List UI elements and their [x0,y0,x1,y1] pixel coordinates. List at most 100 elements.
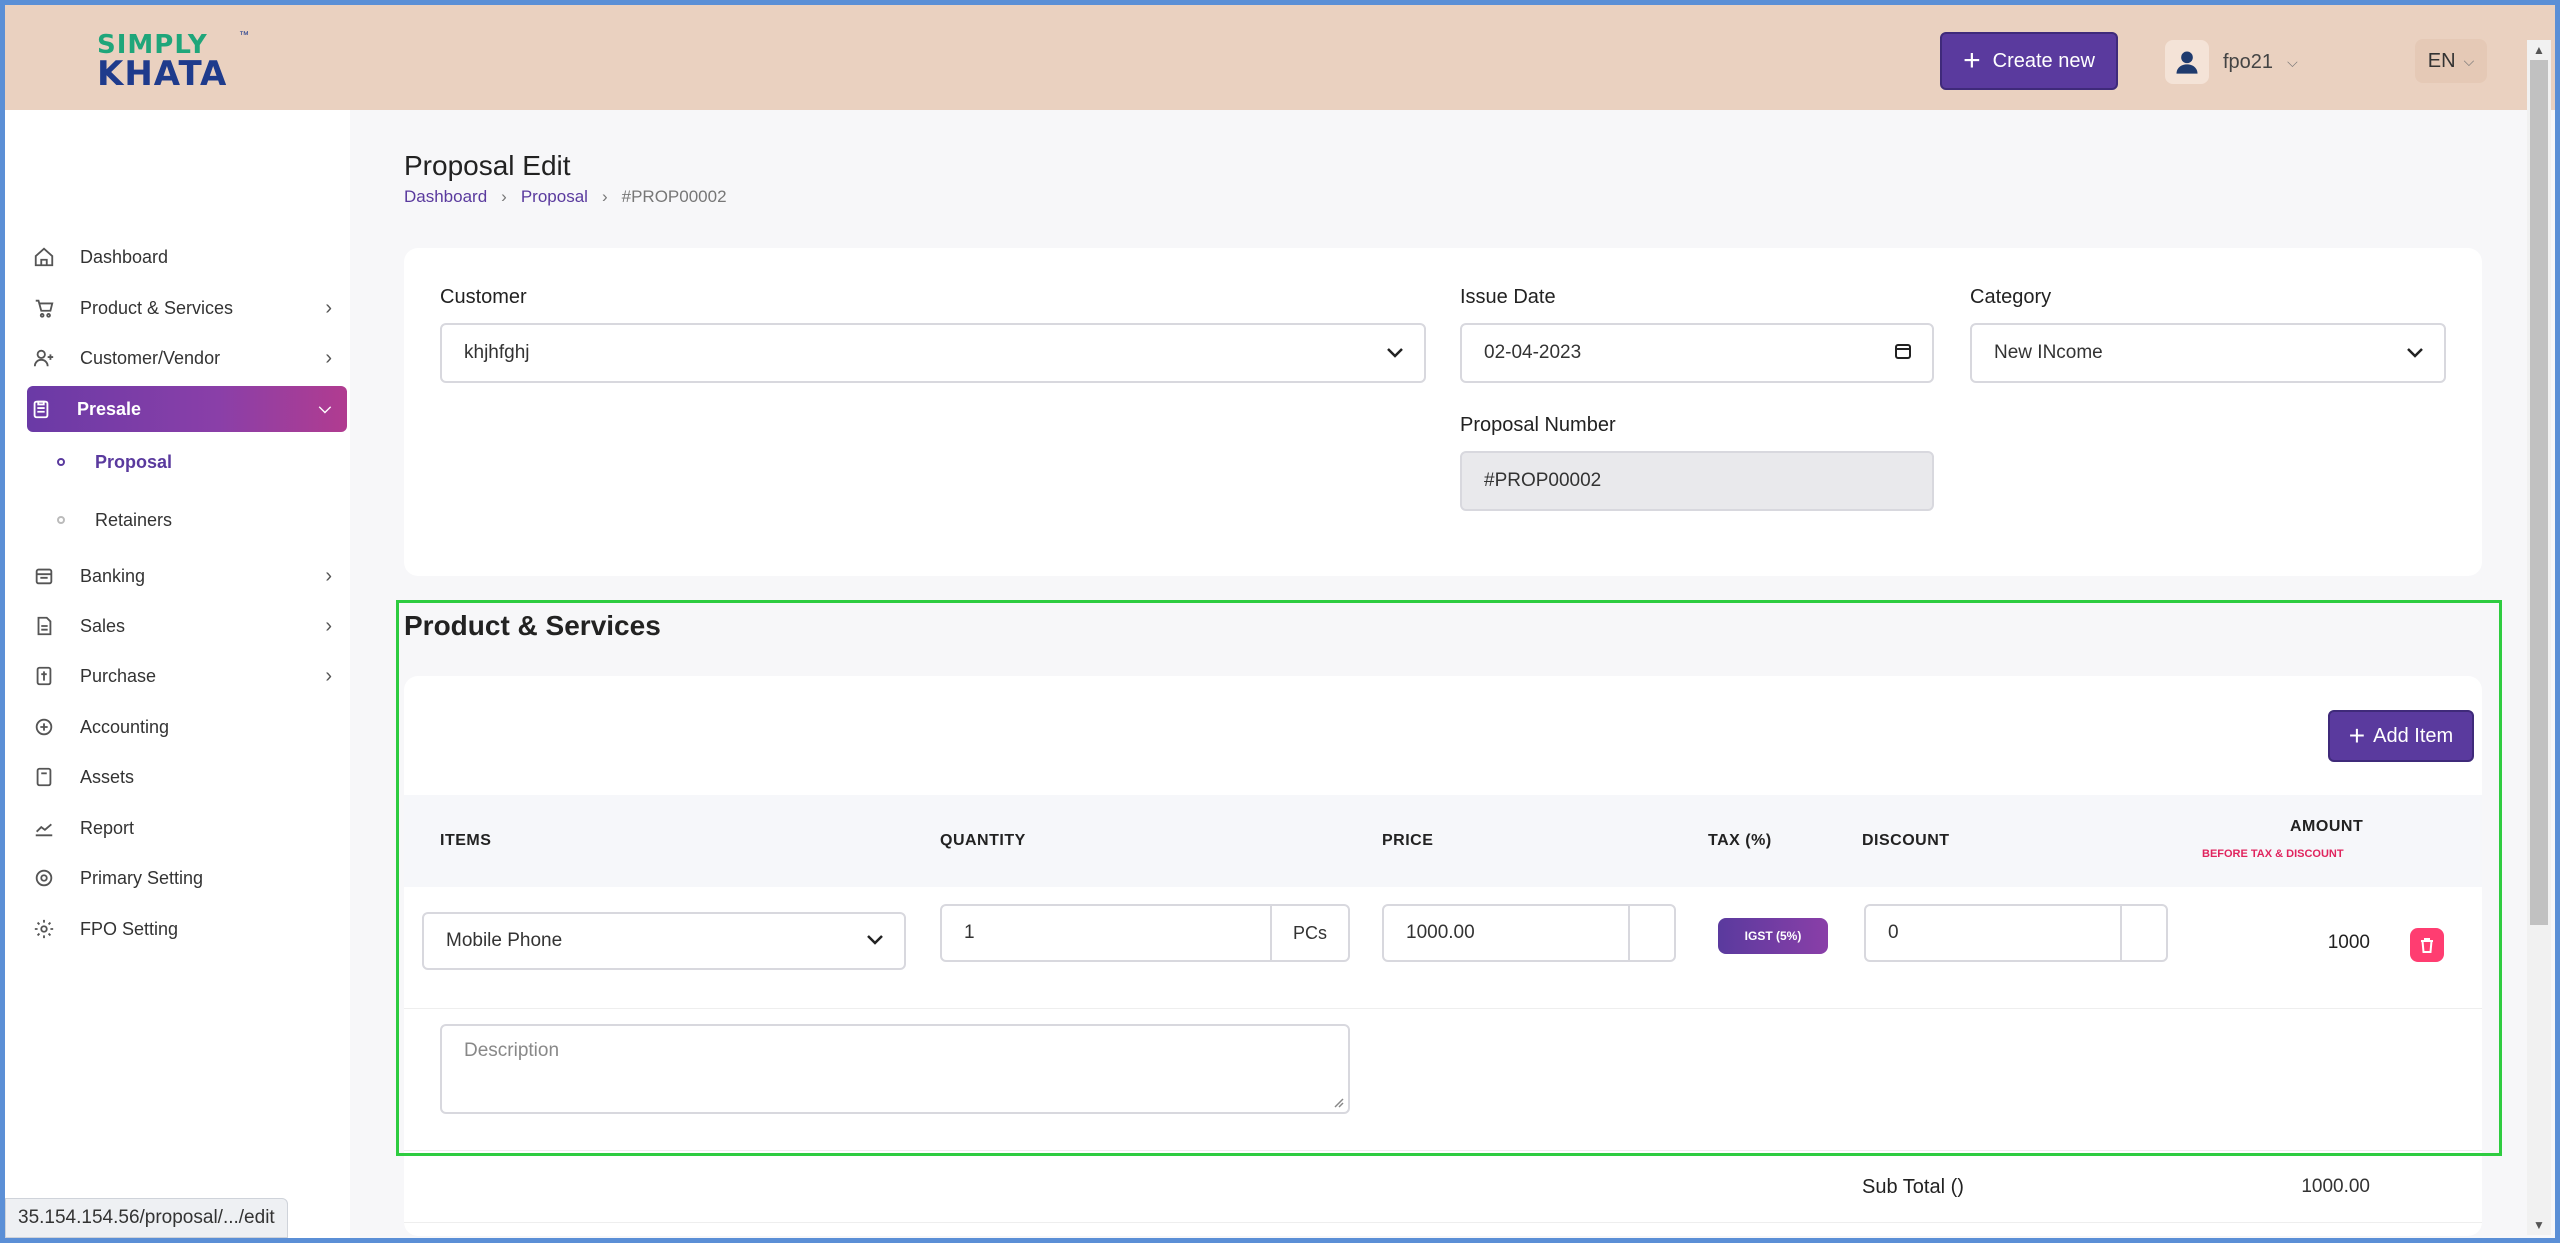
discount-input[interactable]: 0 [1864,904,2168,962]
unit-label: PCs [1270,906,1348,960]
breadcrumb-proposal[interactable]: Proposal [521,187,588,207]
sidebar-item-customer-vendor[interactable]: Customer/Vendor › [30,335,348,381]
sidebar-item-label: Dashboard [80,246,169,267]
logo-trademark: ™ [239,30,249,41]
description-placeholder: Description [464,1040,560,1061]
bank-icon [30,562,58,590]
chevron-down-icon [1386,343,1404,364]
customer-value: khjhfghj [464,342,530,363]
sidebar-item-report[interactable]: Report [30,805,348,851]
row-divider [404,1150,2482,1151]
cart-icon [30,294,58,322]
language-select[interactable]: EN ⌵ [2415,39,2487,83]
sidebar-item-fpo-setting[interactable]: FPO Setting [30,906,348,952]
sidebar-item-label: Primary Setting [80,867,204,888]
column-header-items: ITEMS [440,832,492,849]
category-label: Category [1970,286,2052,308]
row-divider [404,1222,2482,1223]
sidebar-item-product-services[interactable]: Product & Services › [30,285,348,331]
assets-icon [30,763,58,791]
sidebar-item-label: Sales [80,615,126,636]
sidebar-item-accounting[interactable]: Accounting [30,704,348,750]
scroll-thumb[interactable] [2530,60,2548,925]
sidebar-item-dashboard[interactable]: Dashboard [30,234,348,280]
sales-icon [30,612,58,640]
top-bar: SIMPLY KHATA ™ + Create new fpo21 ⌵ EN ⌵ [5,5,2555,110]
sidebar-item-assets[interactable]: Assets [30,754,348,800]
customer-label: Customer [440,286,527,308]
sidebar-item-label: Purchase [80,665,157,686]
logo[interactable]: SIMPLY KHATA ™ [97,31,249,94]
language-label: EN [2427,49,2456,72]
proposal-details-card [404,248,2482,576]
chevron-down-icon: ⌵ [2463,52,2475,69]
clipboard-icon [27,395,55,423]
issue-date-value: 02-04-2023 [1484,342,1582,363]
username: fpo21 [2223,50,2274,73]
plus-icon: + [1963,44,1981,77]
gear-icon [30,915,58,943]
description-textarea[interactable]: Description [440,1024,1350,1114]
status-bar-url: 35.154.154.56/proposal/.../edit [5,1198,288,1238]
chevron-down-icon: ⌵ [2287,53,2298,70]
create-new-label: Create new [1992,49,2095,72]
scroll-down-icon[interactable]: ▼ [2527,1215,2551,1235]
user-menu[interactable]: fpo21 ⌵ [2165,37,2298,87]
sidebar-subitem-label: Retainers [95,509,173,530]
column-header-price: PRICE [1382,832,1434,849]
create-new-button[interactable]: + Create new [1940,32,2118,90]
scrollbar[interactable]: ▲ ▼ [2527,40,2551,1235]
column-header-quantity: QUANTITY [940,832,1026,849]
sidebar-subitem-retainers[interactable]: Retainers [57,500,172,540]
sidebar-subitem-proposal[interactable]: Proposal [57,442,172,482]
chevron-down-icon [866,930,884,952]
sidebar-item-banking[interactable]: Banking › [30,553,348,599]
issue-date-label: Issue Date [1460,286,1556,308]
sidebar-item-label: FPO Setting [80,918,179,939]
logo-line2: KHATA [97,53,228,94]
calendar-icon[interactable] [1894,342,1912,365]
category-value: New INcome [1994,342,2103,363]
breadcrumb-current: #PROP00002 [621,187,727,206]
customer-select[interactable]: khjhfghj [440,323,1426,383]
sidebar-item-label: Customer/Vendor [80,347,221,368]
row-divider [404,1008,2482,1009]
sidebar-item-label: Report [80,817,135,838]
sidebar-item-label: Assets [80,766,135,787]
items-table-header [404,795,2482,887]
issue-date-input[interactable]: 02-04-2023 [1460,323,1934,383]
resize-handle-icon[interactable] [1332,1096,1344,1108]
breadcrumb-separator: › [501,187,507,206]
column-header-tax: TAX (%) [1708,832,1772,849]
category-select[interactable]: New INcome [1970,323,2446,383]
sidebar-item-purchase[interactable]: Purchase › [30,653,348,699]
proposal-number-label: Proposal Number [1460,414,1616,436]
price-addon [1628,906,1674,960]
scroll-up-icon[interactable]: ▲ [2527,40,2551,60]
sidebar-subitem-label: Proposal [95,451,173,472]
page-title: Proposal Edit [404,150,571,181]
sidebar-item-label: Banking [80,565,146,586]
discount-addon [2120,906,2166,960]
bullet-icon [57,458,65,466]
item-select[interactable]: Mobile Phone [422,912,906,970]
quantity-input[interactable]: 1 PCs [940,904,1350,962]
column-header-amount-subtitle: BEFORE TAX & DISCOUNT [2202,848,2344,860]
user-avatar-icon [2165,40,2209,84]
breadcrumb-dashboard[interactable]: Dashboard [404,187,487,207]
subtotal-value: 1000.00 [2301,1176,2370,1197]
price-input[interactable]: 1000.00 [1382,904,1676,962]
chevron-right-icon: › [325,664,332,687]
sidebar-item-primary-setting[interactable]: Primary Setting [30,855,348,901]
sidebar-item-presale[interactable]: Presale ⌵ [27,386,347,432]
item-value: Mobile Phone [446,930,563,951]
sidebar-item-sales[interactable]: Sales › [30,603,348,649]
discount-value: 0 [1888,922,1899,943]
delete-item-button[interactable] [2410,928,2444,962]
chevron-right-icon: › [325,564,332,587]
bullet-icon [57,516,65,524]
chevron-down-icon [2406,343,2424,364]
chevron-right-icon: › [325,346,332,369]
add-item-button[interactable]: + Add Item [2328,710,2474,762]
chevron-right-icon: › [325,614,332,637]
